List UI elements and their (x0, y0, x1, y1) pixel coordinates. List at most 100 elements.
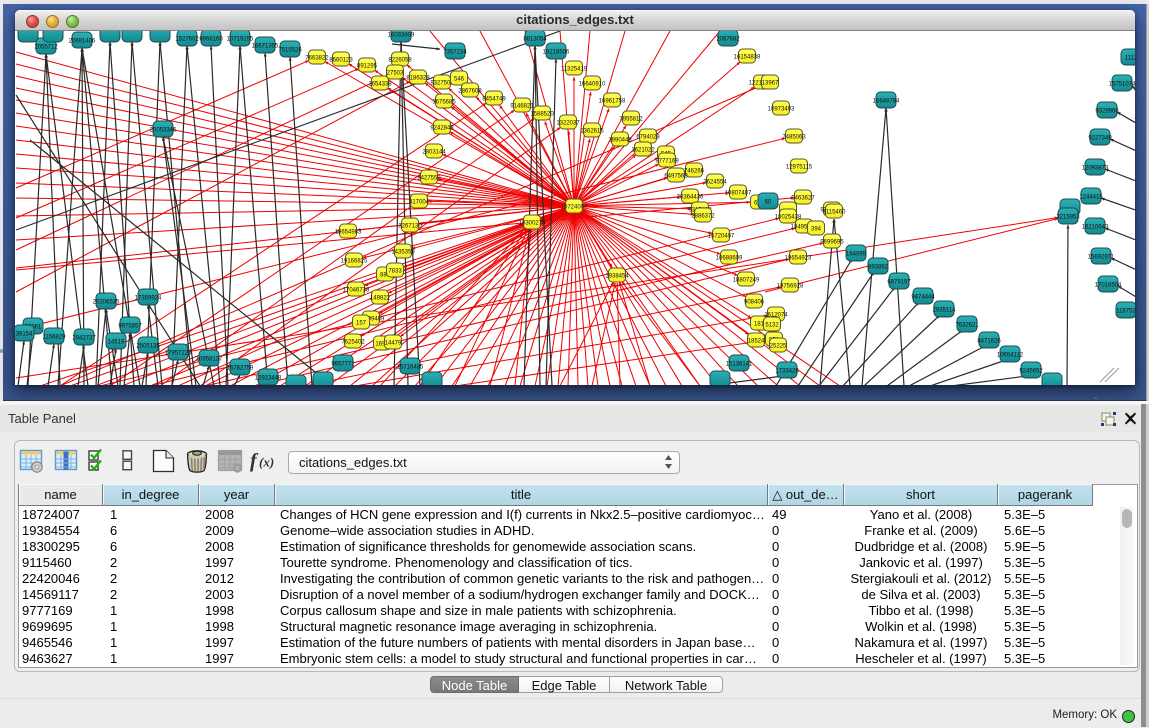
svg-text:8660123: 8660123 (329, 57, 353, 63)
svg-text:2942737: 2942737 (72, 335, 96, 341)
svg-text:164095: 164095 (846, 251, 867, 257)
svg-text:5132: 5132 (765, 322, 779, 328)
svg-text:10654112: 10654112 (997, 352, 1024, 358)
svg-text:17046738: 17046738 (343, 287, 370, 293)
svg-text:20691406: 20691406 (69, 38, 96, 44)
svg-text:12093873: 12093873 (1082, 165, 1109, 171)
svg-text:7833: 7833 (388, 268, 402, 274)
svg-text:9975857: 9975857 (118, 323, 142, 329)
svg-text:6966160: 6966160 (199, 36, 223, 42)
svg-text:15720407: 15720407 (708, 233, 735, 239)
svg-text:2803144: 2803144 (422, 149, 446, 155)
svg-text:394: 394 (811, 226, 822, 232)
svg-text:6497568: 6497568 (664, 173, 688, 179)
svg-text:9115460: 9115460 (823, 209, 847, 215)
svg-text:20364436: 20364436 (677, 194, 704, 200)
svg-text:3215953: 3215953 (1056, 214, 1080, 220)
svg-text:13967: 13967 (762, 80, 779, 86)
svg-text:9245652: 9245652 (1019, 368, 1043, 374)
svg-text:9242848: 9242848 (430, 125, 454, 131)
svg-text:14479: 14479 (385, 340, 402, 346)
svg-text:9777169: 9777169 (655, 158, 679, 164)
svg-text:19654923: 19654923 (785, 255, 812, 261)
svg-text:2087682: 2087682 (716, 36, 740, 42)
svg-text:15716485: 15716485 (397, 364, 424, 370)
svg-text:17016504: 17016504 (1095, 282, 1122, 288)
svg-text:8471626: 8471626 (977, 338, 1001, 344)
svg-text:7485063: 7485063 (782, 134, 806, 140)
svg-text:9474444: 9474444 (911, 294, 935, 300)
svg-text:27503: 27503 (387, 70, 404, 76)
svg-text:1362615: 1362615 (580, 128, 604, 134)
svg-text:1654338: 1654338 (368, 81, 392, 87)
svg-text:2055712: 2055712 (34, 44, 58, 50)
svg-text:10973493: 10973493 (768, 106, 795, 112)
svg-text:6794028: 6794028 (636, 134, 660, 140)
svg-text:1938454: 1938454 (605, 273, 629, 279)
svg-text:891295: 891295 (357, 63, 378, 69)
svg-text:3267130: 3267130 (398, 223, 422, 229)
svg-text:9699695: 9699695 (820, 239, 844, 245)
svg-text:2886372: 2886372 (691, 213, 715, 219)
svg-text:8186328: 8186328 (406, 75, 430, 81)
svg-text:7357234: 7357234 (443, 49, 467, 55)
svg-text:2505135: 2505135 (136, 343, 160, 349)
svg-text:1322037: 1322037 (556, 120, 580, 126)
svg-text:f: f (250, 450, 259, 472)
svg-text:18807249: 18807249 (733, 277, 760, 283)
svg-text:10719155: 10719155 (227, 36, 254, 42)
svg-text:11325419: 11325419 (561, 66, 588, 72)
svg-text:157: 157 (356, 320, 367, 326)
svg-text:16648784: 16648784 (873, 98, 900, 104)
svg-text:546: 546 (454, 76, 465, 82)
svg-text:1733426: 1733426 (775, 368, 799, 374)
svg-text:19166825: 19166825 (341, 258, 368, 264)
svg-text:19654983: 19654983 (335, 229, 362, 235)
svg-text:7955812: 7955812 (619, 116, 643, 122)
svg-text:3624554: 3624554 (703, 179, 727, 185)
svg-text:19756928: 19756928 (777, 283, 804, 289)
svg-text:8813054: 8813054 (523, 36, 547, 42)
svg-text:116753: 116753 (1116, 308, 1135, 314)
svg-text:12975115: 12975115 (786, 164, 813, 170)
svg-text:1112: 1112 (1125, 55, 1135, 61)
svg-text:3675685: 3675685 (432, 99, 456, 105)
svg-text:1435359: 1435359 (391, 249, 415, 255)
svg-text:39154: 39154 (16, 331, 33, 337)
svg-text:17957223: 17957223 (165, 350, 192, 356)
svg-text:893892: 893892 (868, 264, 889, 270)
svg-text:16154838: 16154838 (734, 54, 761, 60)
svg-text:18724007: 18724007 (561, 205, 588, 211)
svg-text:7625402: 7625402 (341, 339, 365, 345)
svg-text:1156829: 1156829 (43, 334, 67, 340)
svg-text:1588520: 1588520 (530, 111, 554, 117)
svg-text:10688609: 10688609 (716, 255, 743, 261)
svg-text:1527602: 1527602 (175, 36, 199, 42)
svg-text:15751074: 15751074 (1109, 81, 1135, 87)
svg-text:14519: 14519 (108, 339, 125, 345)
svg-text:1990448: 1990448 (608, 137, 632, 143)
svg-text:7515526: 7515526 (278, 47, 302, 53)
svg-text:7632621: 7632621 (955, 322, 979, 328)
svg-text:19218506: 19218506 (543, 49, 570, 55)
svg-text:18524: 18524 (748, 338, 765, 344)
svg-text:16782759: 16782759 (227, 365, 254, 371)
svg-text:9227349: 9227349 (1088, 135, 1112, 141)
svg-text:8427552: 8427552 (417, 175, 441, 181)
svg-text:9657771: 9657771 (331, 361, 355, 367)
svg-text:16671355: 16671355 (252, 43, 279, 49)
svg-text:18300275: 18300275 (519, 220, 546, 226)
svg-text:20053346: 20053346 (150, 127, 177, 133)
svg-text:15692971: 15692971 (1088, 254, 1115, 260)
svg-text:6879197: 6879197 (887, 279, 911, 285)
svg-text:10958137: 10958137 (196, 356, 223, 362)
svg-text:16640910: 16640910 (579, 81, 606, 87)
svg-text:20206535: 20206535 (93, 299, 120, 305)
svg-text:1244415: 1244415 (1079, 194, 1103, 200)
svg-text:16210643: 16210643 (1082, 224, 1109, 230)
svg-text:8454749: 8454749 (482, 96, 506, 102)
svg-text:1621022: 1621022 (631, 147, 655, 153)
svg-text:9463627: 9463627 (791, 195, 815, 201)
svg-text:149822: 149822 (370, 295, 391, 301)
svg-text:2867608: 2867608 (458, 88, 482, 94)
